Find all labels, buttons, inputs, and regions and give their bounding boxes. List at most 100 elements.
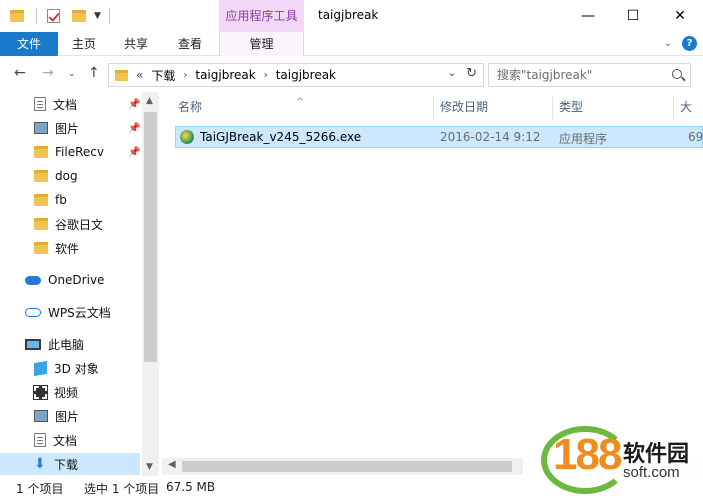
folder-icon [34,242,48,254]
nav-item-label: 下载 [54,457,79,472]
properties-icon[interactable] [47,9,60,23]
maximize-button[interactable]: ☐ [610,0,656,32]
nav-item-google-japanese[interactable]: 谷歌日文 [0,213,140,235]
site-watermark: 188 软件园 soft.com [523,418,703,499]
breadcrumb-taigjbreak-parent[interactable]: taigjbreak [195,68,255,82]
tab-view[interactable]: 查看 [178,32,202,56]
scroll-up-icon[interactable]: ▲ [146,96,153,106]
video-icon [33,384,48,400]
document-icon [34,433,46,447]
scroll-left-icon[interactable]: ◀ [168,459,176,470]
toolbar-divider [36,8,37,24]
up-arrow-icon[interactable]: ↑ [88,65,100,81]
pin-icon: 📌 [128,98,141,110]
title-bar: ▼ 应用程序工具 taigjbreak — ☐ ✕ [0,0,703,32]
address-dropdown-icon[interactable]: ⌄ [448,68,456,79]
ribbon-tabs: 文件 主页 共享 查看 管理 ⌄ ? [0,32,703,56]
scrollbar-thumb[interactable] [182,461,512,472]
close-button[interactable]: ✕ [657,0,703,32]
breadcrumb-downloads[interactable]: 下载 [151,67,175,84]
tab-share[interactable]: 共享 [124,32,148,56]
scroll-down-icon[interactable]: ▼ [146,462,153,472]
application-icon [180,130,194,144]
download-icon: ⬇ [34,455,46,472]
nav-item-downloads[interactable]: ⬇ 下载 [0,453,140,475]
column-header-type[interactable]: 类型 [553,96,674,120]
folder-icon [34,170,48,182]
forward-arrow-icon[interactable]: → [42,65,54,81]
nav-item-pictures[interactable]: 图片 📌 [0,117,140,139]
navigation-pane: 文档 📌 图片 📌 FileRecv 📌 dog fb 谷歌日文 软件 OneD… [0,92,160,476]
column-header-modified[interactable]: 修改日期 [434,96,553,120]
nav-item-this-pc[interactable]: 此电脑 [0,333,140,355]
file-row[interactable]: TaiGJBreak_v245_5266.exe 2016-02-14 9:12… [175,126,703,148]
status-item-count: 1 个项目 [16,482,64,496]
nav-item-pc-documents[interactable]: 文档 [0,429,140,451]
cloud-outline-icon [25,307,41,317]
nav-item-label: 3D 对象 [54,361,99,376]
folder-icon [10,10,24,22]
nav-item-label: 文档 [53,433,78,448]
search-icon[interactable] [672,69,682,79]
ribbon-controls: ⌄ ? [664,36,697,51]
status-selected: 选中 1 个项目 [84,482,160,496]
column-header-label: 修改日期 [440,100,489,114]
new-folder-icon[interactable] [72,10,86,22]
address-bar[interactable]: « 下载 › taigjbreak › taigjbreak ⌄ ↻ [108,63,484,87]
nav-item-dog[interactable]: dog [0,165,140,187]
computer-icon [25,338,41,350]
help-icon[interactable]: ? [682,36,697,51]
tab-home[interactable]: 主页 [72,32,96,56]
folder-icon [115,69,128,81]
customize-toolbar-chevron-icon[interactable]: ▼ [94,11,101,21]
back-arrow-icon[interactable]: ← [14,65,26,81]
pin-icon: 📌 [128,122,141,134]
file-modified: 2016-02-14 9:12 [440,130,541,144]
nav-item-wps-cloud[interactable]: WPS云文档 [0,301,140,323]
sort-ascending-icon: ^ [296,97,305,108]
folder-icon [34,146,48,158]
file-type: 应用程序 [559,132,608,146]
nav-item-label: WPS云文档 [48,305,111,320]
nav-item-filerecv[interactable]: FileRecv 📌 [0,141,140,163]
cube-icon [34,360,47,376]
refresh-icon[interactable]: ↻ [466,66,477,81]
column-header-label: 大小 [680,100,693,114]
picture-icon [34,410,48,422]
folder-icon [34,218,48,230]
tab-manage[interactable]: 管理 [219,32,304,56]
scrollbar-thumb[interactable] [144,112,157,362]
nav-item-label: FileRecv [55,145,104,159]
breadcrumb-taigjbreak[interactable]: taigjbreak [276,68,336,82]
column-header-name[interactable]: ^ 名称 [162,96,434,120]
file-size: 69 [688,130,703,144]
breadcrumb-overflow[interactable]: « [136,68,143,82]
nav-item-3d-objects[interactable]: 3D 对象 [0,357,140,379]
nav-item-videos[interactable]: 视频 [0,381,140,403]
file-name: TaiGJBreak_v245_5266.exe [200,130,362,144]
expand-ribbon-icon[interactable]: ⌄ [664,38,672,49]
status-size: 67.5 MB [166,480,216,494]
watermark-number: 188 [553,430,622,479]
minimize-button[interactable]: — [565,0,611,32]
breadcrumb-separator-icon[interactable]: › [264,70,268,81]
search-input[interactable]: 搜索"taigjbreak" [488,63,691,87]
picture-icon [34,122,48,134]
nav-pane-scrollbar[interactable]: ▲ ▼ [142,92,159,476]
quick-access-toolbar: ▼ [10,6,110,26]
column-header-size[interactable]: 大小 [674,96,703,120]
nav-item-label: dog [55,169,78,183]
breadcrumb-separator-icon[interactable]: › [183,70,187,81]
nav-item-pc-pictures[interactable]: 图片 [0,405,140,427]
pin-icon: 📌 [128,146,141,158]
search-placeholder: 搜索"taigjbreak" [497,68,593,82]
tab-file[interactable]: 文件 [0,32,58,56]
nav-item-fb[interactable]: fb [0,189,140,211]
nav-item-label: fb [55,193,67,207]
nav-item-documents[interactable]: 文档 📌 [0,93,140,115]
nav-item-label: 谷歌日文 [55,217,104,232]
nav-item-onedrive[interactable]: OneDrive [0,269,140,291]
nav-item-software[interactable]: 软件 [0,237,140,259]
nav-item-label: 视频 [54,385,79,400]
recent-locations-chevron-icon[interactable]: ⌄ [68,69,76,79]
